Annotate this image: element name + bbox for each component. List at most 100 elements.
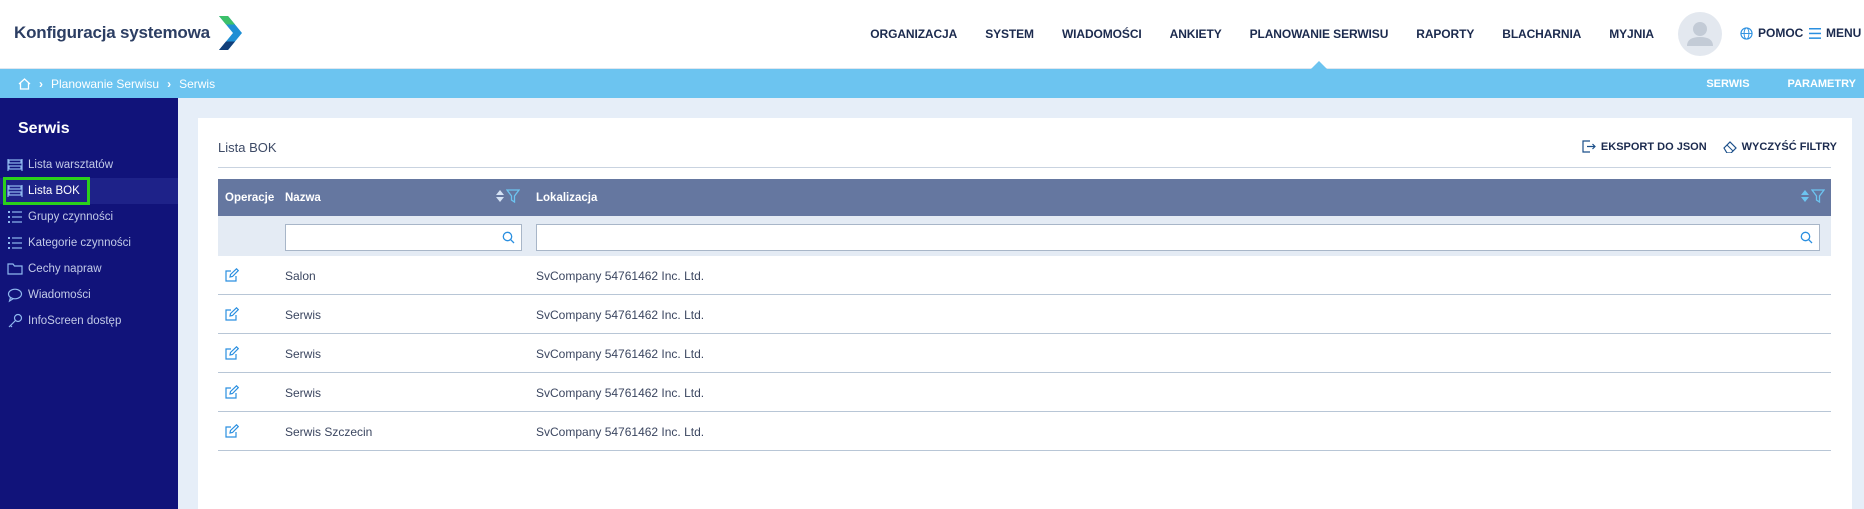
search-icon[interactable] — [502, 231, 515, 244]
sidebar-item-wiadomosci[interactable]: Wiadomości — [0, 282, 178, 308]
cell-location: SvCompany 54761462 Inc. Ltd. — [536, 268, 705, 283]
table-row: Serwis SvCompany 54761462 Inc. Ltd. — [218, 295, 1831, 334]
table-row: Serwis Szczecin SvCompany 54761462 Inc. … — [218, 412, 1831, 451]
cell-name: Salon — [285, 268, 316, 283]
location-filter-field — [536, 224, 1820, 251]
sidebar-item-lista-bok[interactable]: Lista BOK — [0, 178, 178, 204]
link-serwis[interactable]: SERWIS — [1706, 78, 1749, 90]
sidebar-item-label: Kategorie czynności — [28, 237, 131, 249]
help-label: POMOC — [1758, 26, 1804, 40]
menu-button[interactable]: MENU — [1809, 26, 1861, 40]
filter-row — [218, 216, 1831, 256]
main-navigation: ORGANIZACJA SYSTEM WIADOMOŚCI ANKIETY PL… — [842, 0, 1654, 69]
breadcrumb-serwis[interactable]: Serwis — [179, 77, 215, 91]
edit-icon[interactable] — [225, 307, 239, 321]
nav-myjnia[interactable]: MYJNIA — [1609, 0, 1654, 68]
column-header-nazwa[interactable]: Nazwa — [285, 179, 321, 216]
name-filter-field — [285, 224, 522, 251]
nav-planowanie-serwisu[interactable]: PLANOWANIE SERWISU — [1250, 0, 1388, 69]
cell-name: Serwis Szczecin — [285, 424, 373, 439]
help-button[interactable]: POMOC — [1740, 26, 1803, 40]
key-icon — [7, 313, 23, 329]
location-filter-input[interactable] — [537, 225, 1819, 250]
nav-wiadomosci[interactable]: WIADOMOŚCI — [1062, 0, 1142, 68]
sidebar-item-infoscreen-dostep[interactable]: InfoScreen dostęp — [0, 308, 178, 334]
column-header-lokalizacja[interactable]: Lokalizacja — [536, 179, 597, 216]
edit-icon[interactable] — [225, 268, 239, 282]
sidebar-title: Serwis — [18, 120, 70, 137]
chat-icon — [7, 287, 23, 303]
user-icon — [1687, 22, 1713, 46]
lokalizacja-column-tools — [1801, 189, 1825, 203]
chevron-right-icon: › — [39, 76, 43, 91]
panel-actions: EKSPORT DO JSON WYCZYŚĆ FILTRY — [1582, 140, 1837, 153]
nav-blacharnia[interactable]: BLACHARNIA — [1502, 0, 1581, 68]
title-divider — [218, 167, 1831, 168]
brand[interactable]: Konfiguracja systemowa — [14, 16, 242, 50]
breadcrumb-planowanie-serwisu[interactable]: Planowanie Serwisu — [51, 77, 159, 91]
globe-icon — [1740, 26, 1753, 40]
bok-table: Operacje Nazwa Lokalizacja Salon SvCompa… — [218, 179, 1831, 451]
cell-name: Serwis — [285, 385, 322, 400]
cell-location: SvCompany 54761462 Inc. Ltd. — [536, 424, 705, 439]
breadcrumb: › Planowanie Serwisu › Serwis — [18, 69, 215, 98]
sidebar-item-cechy-napraw[interactable]: Cechy napraw — [0, 256, 178, 282]
list-icon — [7, 235, 23, 251]
sidebar-item-kategorie-czynnosci[interactable]: Kategorie czynności — [0, 230, 178, 256]
sidebar-item-label: InfoScreen dostęp — [28, 315, 122, 327]
table-row: Salon SvCompany 54761462 Inc. Ltd. — [218, 256, 1831, 295]
cell-location: SvCompany 54761462 Inc. Ltd. — [536, 346, 705, 361]
top-header: Konfiguracja systemowa ORGANIZACJA SYSTE… — [0, 0, 1864, 69]
edit-icon[interactable] — [225, 346, 239, 360]
sidebar-item-grupy-czynnosci[interactable]: Grupy czynności — [0, 204, 178, 230]
sidebar-item-label: Wiadomości — [28, 289, 91, 301]
sidebar-item-label: Lista BOK — [28, 185, 80, 197]
export-icon — [1582, 140, 1596, 153]
user-avatar[interactable] — [1678, 12, 1722, 56]
sidebar-item-label: Cechy napraw — [28, 263, 102, 275]
main-panel: Lista BOK EKSPORT DO JSON WYCZYŚĆ FILTRY… — [198, 118, 1852, 509]
sidebar-item-lista-warsztatow[interactable]: Lista warsztatów — [0, 152, 178, 178]
table-row: Serwis SvCompany 54761462 Inc. Ltd. — [218, 373, 1831, 412]
sidebar-item-label: Lista warsztatów — [28, 159, 114, 171]
table-row: Serwis SvCompany 54761462 Inc. Ltd. — [218, 334, 1831, 373]
edit-icon[interactable] — [225, 424, 239, 438]
cell-location: SvCompany 54761462 Inc. Ltd. — [536, 385, 705, 400]
filter-icon[interactable] — [1811, 189, 1825, 203]
clear-filters-button[interactable]: WYCZYŚĆ FILTRY — [1722, 140, 1837, 153]
menu-label: MENU — [1826, 26, 1862, 40]
link-parametry[interactable]: PARAMETRY — [1788, 78, 1856, 90]
nazwa-column-tools — [496, 189, 520, 203]
sort-icon[interactable] — [1801, 190, 1809, 202]
clear-filters-label: WYCZYŚĆ FILTRY — [1741, 140, 1837, 153]
hamburger-icon — [1809, 27, 1821, 39]
export-json-button[interactable]: EKSPORT DO JSON — [1582, 140, 1707, 153]
eraser-icon — [1722, 140, 1737, 153]
search-icon[interactable] — [1800, 231, 1813, 244]
edit-icon[interactable] — [225, 385, 239, 399]
cell-location: SvCompany 54761462 Inc. Ltd. — [536, 307, 705, 322]
list-icon — [7, 209, 23, 225]
filter-icon[interactable] — [506, 189, 520, 203]
workshop-icon — [7, 157, 23, 173]
brand-chevron-logo — [218, 16, 242, 50]
cell-name: Serwis — [285, 307, 322, 322]
home-icon[interactable] — [18, 77, 31, 90]
breadcrumb-bar: › Planowanie Serwisu › Serwis SERWIS PAR… — [0, 69, 1864, 98]
cell-name: Serwis — [285, 346, 322, 361]
nav-organizacja[interactable]: ORGANIZACJA — [870, 0, 957, 68]
sidebar-menu: Lista warsztatów Lista BOK Grupy czynnoś… — [0, 152, 178, 334]
workshop-icon — [7, 183, 23, 199]
folder-icon — [7, 261, 23, 277]
sidebar: Serwis Lista warsztatów Lista BOK Grupy … — [0, 98, 178, 509]
brand-title: Konfiguracja systemowa — [14, 23, 210, 42]
name-filter-input[interactable] — [286, 225, 521, 250]
nav-raporty[interactable]: RAPORTY — [1416, 0, 1474, 68]
context-links: SERWIS PARAMETRY — [1706, 69, 1856, 98]
page-title: Lista BOK — [218, 140, 277, 155]
export-json-label: EKSPORT DO JSON — [1600, 140, 1707, 153]
nav-system[interactable]: SYSTEM — [985, 0, 1034, 68]
nav-ankiety[interactable]: ANKIETY — [1170, 0, 1222, 68]
sort-icon[interactable] — [496, 190, 504, 202]
table-header: Operacje Nazwa Lokalizacja — [218, 179, 1831, 216]
